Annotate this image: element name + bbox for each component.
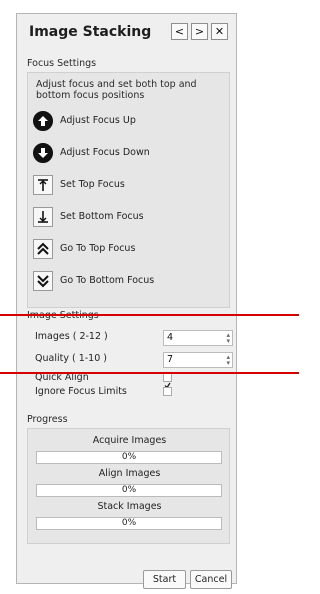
adjust-focus-up-button[interactable] [33, 111, 53, 131]
quality-label: Quality ( 1-10 ) [35, 353, 107, 364]
stack-images-label: Stack Images [97, 501, 162, 512]
go-to-top-focus-label: Go To Top Focus [60, 243, 136, 254]
align-images-label: Align Images [98, 468, 161, 479]
set-top-focus-label: Set Top Focus [60, 179, 125, 190]
acquire-images-label: Acquire Images [92, 435, 167, 446]
set-top-icon [38, 179, 48, 191]
set-top-focus-button[interactable] [33, 175, 53, 195]
set-bottom-icon [38, 211, 48, 223]
title-bar: Image Stacking < > ✕ [17, 14, 236, 50]
quality-value: 7 [167, 354, 174, 365]
progress-label: Progress [27, 414, 68, 425]
adjust-focus-up-label: Adjust Focus Up [60, 115, 136, 126]
go-to-bottom-focus-label: Go To Bottom Focus [60, 275, 155, 286]
focus-settings-group: Adjust focus and set both top and bottom… [27, 72, 230, 308]
double-chevron-down-icon [37, 275, 49, 288]
image-stacking-panel: Image Stacking < > ✕ Focus Settings Adju… [16, 13, 237, 589]
ignore-focus-limits-checkbox[interactable] [163, 387, 172, 396]
acquire-images-progress: 0% [36, 451, 222, 464]
focus-settings-label: Focus Settings [27, 58, 97, 69]
align-images-percent: 0% [121, 485, 137, 495]
go-to-top-focus-button[interactable] [33, 239, 53, 259]
spin-arrows-icon[interactable]: ▴ ▾ [226, 332, 230, 345]
focus-description: Adjust focus and set both top and bottom… [36, 79, 197, 101]
start-button[interactable]: Start [143, 570, 186, 589]
go-to-bottom-focus-button[interactable] [33, 271, 53, 291]
set-bottom-focus-button[interactable] [33, 207, 53, 227]
spin-arrows-icon[interactable]: ▴ ▾ [226, 354, 230, 367]
images-label: Images ( 2-12 ) [35, 331, 108, 342]
images-spinbox[interactable]: 4 ▴ ▾ [163, 330, 233, 346]
double-chevron-up-icon [37, 242, 49, 255]
stack-images-percent: 0% [121, 518, 137, 528]
quality-spinbox[interactable]: 7 ▴ ▾ [163, 352, 233, 368]
images-value: 4 [167, 332, 174, 343]
arrow-down-circle-icon [38, 148, 48, 158]
quick-align-checkbox[interactable] [163, 373, 172, 389]
set-bottom-focus-label: Set Bottom Focus [60, 211, 144, 222]
arrow-up-circle-icon [38, 116, 48, 126]
cancel-button[interactable]: Cancel [190, 570, 232, 589]
align-images-progress: 0% [36, 484, 222, 497]
ignore-focus-limits-label: Ignore Focus Limits [35, 386, 127, 397]
annotation-line-bottom [0, 372, 299, 374]
annotation-line-top [0, 314, 299, 316]
adjust-focus-down-button[interactable] [33, 143, 53, 163]
adjust-focus-down-label: Adjust Focus Down [60, 147, 150, 158]
stack-images-progress: 0% [36, 517, 222, 530]
close-button[interactable]: ✕ [211, 23, 228, 40]
next-button[interactable]: > [191, 23, 208, 40]
panel-title: Image Stacking [29, 24, 152, 40]
image-settings-group: Images ( 2-12 ) 4 ▴ ▾ Quality ( 1-10 ) 7 … [27, 320, 233, 408]
progress-group: Acquire Images 0% Align Images 0% Stack … [27, 428, 230, 544]
acquire-images-percent: 0% [121, 452, 137, 462]
prev-button[interactable]: < [171, 23, 188, 40]
